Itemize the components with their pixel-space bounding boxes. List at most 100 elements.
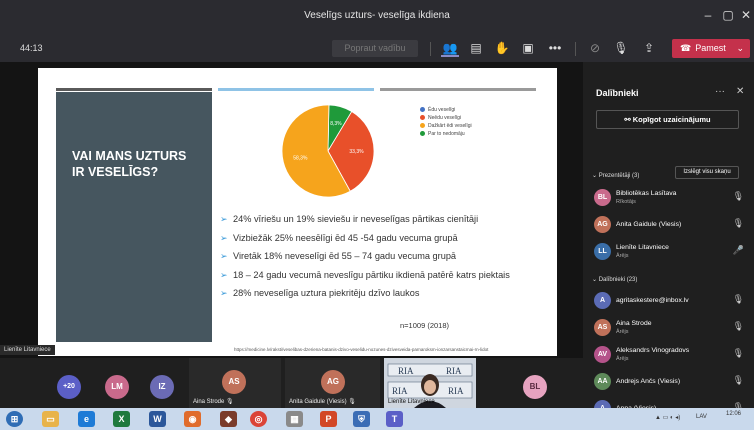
firefox-icon[interactable]: ◉ bbox=[184, 411, 201, 427]
chrome-icon[interactable]: ◎ bbox=[250, 411, 267, 427]
copy-invite-button[interactable]: ⚯ Kopīgot uzaicinājumu bbox=[596, 110, 739, 129]
clock[interactable]: 12:06 bbox=[726, 411, 741, 417]
rooms-icon[interactable]: ▣ bbox=[519, 39, 537, 57]
legend-item: Par to nedomāju bbox=[420, 130, 472, 138]
chat-icon[interactable]: ▤ bbox=[467, 39, 485, 57]
arrow-bullet-icon: ➢ bbox=[220, 269, 228, 280]
security-shield-icon[interactable]: ⛨ bbox=[353, 411, 370, 427]
participant-video-tile[interactable]: RIA RIA RIA RIA Lienīte Litavniece bbox=[384, 358, 476, 408]
mic-off-icon[interactable]: 🎙 bbox=[733, 294, 744, 305]
participant-row[interactable]: AA Andrejs Ančs (Viesis) 🎙 bbox=[594, 371, 750, 393]
mic-off-icon[interactable]: 🎙 bbox=[733, 321, 744, 332]
avatar: LL bbox=[594, 243, 611, 260]
more-options-icon[interactable]: ••• bbox=[546, 39, 564, 57]
window-title: Veselīgs uzturs- veselīga ikdiena bbox=[304, 10, 450, 21]
participant-row[interactable]: BL Bibliotēkas Lasītava Rīkotājs 🎙 bbox=[594, 187, 750, 209]
share-screen-icon[interactable]: ⇪ bbox=[640, 39, 658, 57]
participant-row[interactable]: Aagritaskestere@inbox.lv 🎙 bbox=[594, 290, 750, 312]
svg-text:RIA: RIA bbox=[448, 386, 464, 396]
leave-button[interactable]: ☎ Pamest ⌄ bbox=[672, 39, 750, 58]
legend-item: Neēdu veselīgi bbox=[420, 114, 472, 122]
avatar[interactable]: LM bbox=[105, 375, 129, 399]
pie-data-label: 33,3% bbox=[349, 149, 364, 155]
camera-off-icon[interactable]: ⊘ bbox=[586, 39, 604, 57]
source-url: https://medicine.lv/raksti/veselibas-dze… bbox=[234, 347, 489, 352]
powerpoint-icon[interactable]: P bbox=[320, 411, 337, 427]
participant-row[interactable]: LL Lienīte Litavniece Ārējs 🎤 bbox=[594, 241, 750, 263]
slide-heading: VAI MANS UZTURS IR VESELĪGS? bbox=[72, 149, 187, 179]
participant-row[interactable]: AS Aina Strode Ārējs 🎙 bbox=[594, 317, 750, 339]
maximize-icon[interactable]: ▢ bbox=[720, 8, 736, 22]
bullet-text: 18 – 24 gadu vecumā neveslīgu pārtiku ik… bbox=[233, 269, 510, 280]
participant-row[interactable]: AV Aleksandrs Vinogradovs Ārējs 🎙 bbox=[594, 344, 750, 366]
windows-taskbar: ⊞ ▭ e X W ◉ ◆ ◎ ▦ P ⛨ T ▲ ▭ ◐ ◂) LAV 12:… bbox=[0, 408, 754, 430]
reactions-icon[interactable]: ✋ bbox=[493, 39, 511, 57]
avatar: AA bbox=[594, 373, 611, 390]
legend-swatch bbox=[420, 131, 425, 136]
participant-row[interactable]: AG Anita Gaidule (Viesis) 🎙 bbox=[594, 214, 750, 236]
phone-icon: ☎ bbox=[680, 43, 692, 53]
mic-off-icon[interactable]: 🎙 bbox=[733, 218, 744, 229]
leave-label: Pamest bbox=[695, 43, 726, 53]
system-tray-icons[interactable]: ▲ ▭ ◐ ◂) bbox=[655, 414, 680, 421]
tile-name: Lienīte Litavniece bbox=[388, 399, 435, 405]
copy-invite-label: Kopīgot uzaicinājumu bbox=[632, 115, 711, 124]
language-indicator[interactable]: LAV bbox=[696, 414, 707, 420]
participants-icon[interactable]: 👥 bbox=[441, 39, 459, 57]
legend-label: Neēdu veselīgi bbox=[428, 115, 462, 121]
participant-role: Rīkotājs bbox=[616, 199, 636, 205]
mic-off-icon[interactable]: 🎙 bbox=[733, 375, 744, 386]
share-link-icon: ⚯ bbox=[624, 115, 633, 124]
participants-panel: Dalībnieki ··· ✕ ⚯ Kopīgot uzaicinājumu … bbox=[583, 62, 754, 417]
meeting-toolbar: 44:13 Popraut vadību 👥 ▤ ✋ ▣ ••• ⊘ 🎙 ⇪ ☎… bbox=[0, 34, 754, 62]
take-control-button[interactable]: Popraut vadību bbox=[332, 40, 418, 57]
mic-off-icon[interactable]: 🎙 bbox=[733, 348, 744, 359]
bullet-item: ➢ 24% vīriešu un 19% sieviešu ir neveselī… bbox=[220, 214, 550, 225]
avatar: AS bbox=[222, 370, 246, 394]
start-button-icon[interactable]: ⊞ bbox=[6, 411, 23, 427]
close-icon[interactable]: ✕ bbox=[738, 8, 754, 22]
pie-data-label: 8,3% bbox=[330, 121, 342, 127]
video-gallery: +20 LM IZ AS Aina Strode 🎙 AG Anita Gaid… bbox=[0, 358, 583, 408]
bullet-item: ➢ 18 – 24 gadu vecumā neveslīgu pārtiku i… bbox=[220, 270, 550, 281]
more-participants-badge[interactable]: +20 bbox=[57, 375, 81, 399]
presenters-header-label: Prezentētāji (3) bbox=[598, 173, 640, 179]
svg-text:RIA: RIA bbox=[398, 366, 414, 376]
avatar[interactable]: IZ bbox=[150, 375, 174, 399]
attendees-section-header[interactable]: ⌄ Dalībnieki (23) bbox=[592, 276, 637, 283]
title-bar: Veselīgs uzturs- veselīga ikdiena – ▢ ✕ bbox=[0, 0, 754, 34]
internet-explorer-icon[interactable]: e bbox=[78, 411, 95, 427]
teams-icon[interactable]: T bbox=[386, 411, 403, 427]
bullet-list: ➢ 24% vīriešu un 19% sieviešu ir neveselī… bbox=[220, 214, 550, 307]
mic-on-icon[interactable]: 🎤 bbox=[733, 245, 744, 256]
arrow-bullet-icon: ➢ bbox=[220, 214, 228, 224]
mute-all-button[interactable]: Izslēgt visu skaņu bbox=[675, 166, 739, 179]
svg-text:RIA: RIA bbox=[392, 386, 408, 396]
arrow-bullet-icon: ➢ bbox=[220, 232, 228, 243]
minimize-icon[interactable]: – bbox=[700, 8, 716, 22]
participant-name: Anita Gaidule (Viesis) bbox=[616, 221, 682, 228]
mic-off-icon: 🎙 bbox=[348, 399, 356, 405]
chevron-down-icon[interactable]: ⌄ bbox=[736, 39, 744, 58]
presenters-section-header[interactable]: ⌄ Prezentētāji (3) bbox=[592, 172, 639, 179]
participant-tile[interactable]: AG Anita Gaidule (Viesis) 🎙 bbox=[285, 358, 380, 408]
more-options-icon[interactable]: ··· bbox=[715, 86, 725, 97]
file-explorer-icon[interactable]: ▭ bbox=[42, 411, 59, 427]
participant-name: Lienīte Litavniece bbox=[616, 244, 669, 251]
panel-title: Dalībnieki bbox=[596, 88, 639, 98]
legend-item: Ēdu veselīgi bbox=[420, 106, 472, 114]
mic-off-icon[interactable]: 🎙 bbox=[733, 191, 744, 202]
close-panel-icon[interactable]: ✕ bbox=[736, 86, 744, 97]
pie-chart: 8,3% 33,3% 58,3% bbox=[281, 104, 375, 198]
excel-icon[interactable]: X bbox=[113, 411, 130, 427]
svg-text:RIA: RIA bbox=[446, 366, 462, 376]
app-icon[interactable]: ▦ bbox=[286, 411, 303, 427]
app-icon[interactable]: ◆ bbox=[220, 411, 237, 427]
avatar[interactable]: BL bbox=[523, 375, 547, 399]
word-icon[interactable]: W bbox=[149, 411, 166, 427]
bullet-item: ➢ 28% neveselīga uztura piekritēju dzīvo … bbox=[220, 288, 550, 299]
participant-tile[interactable]: AS Aina Strode 🎙 bbox=[189, 358, 281, 408]
legend-swatch bbox=[420, 115, 425, 120]
collapse-chevron-icon: ⌄ bbox=[592, 277, 599, 283]
mic-off-icon[interactable]: 🎙 bbox=[612, 39, 630, 57]
